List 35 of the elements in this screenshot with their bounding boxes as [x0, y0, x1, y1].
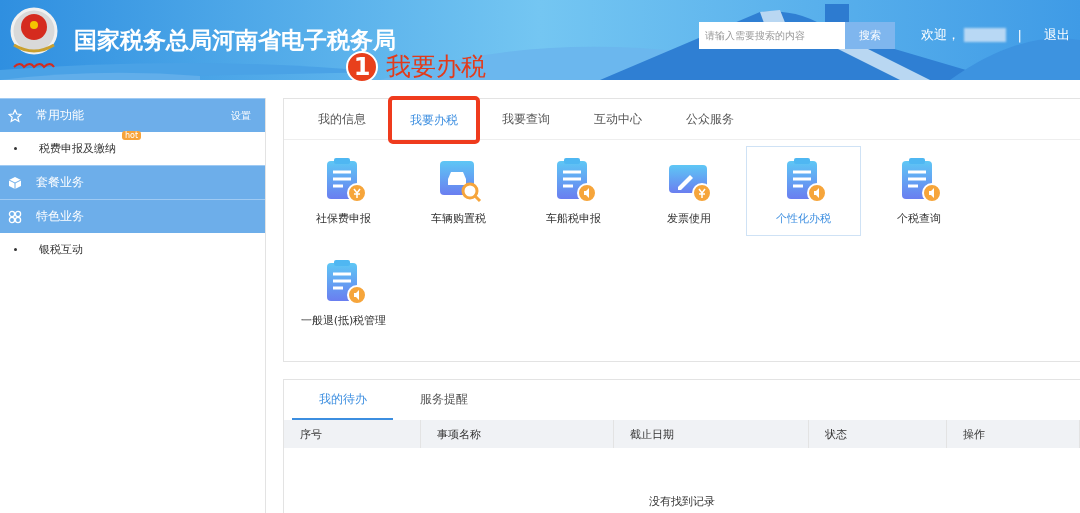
step-label: 我要办税 [386, 51, 486, 83]
service-tile[interactable]: 个税查询 [861, 146, 976, 236]
blurred-username [963, 28, 1006, 42]
tab[interactable]: 互动中心 [576, 110, 660, 128]
section-label: 常用功能 [36, 107, 85, 124]
column-header: 操作 [947, 420, 1080, 448]
column-header: 事项名称 [421, 420, 614, 448]
separator-text: | [1017, 27, 1022, 43]
cube-icon [8, 175, 22, 190]
tab[interactable]: 我要查询 [484, 110, 568, 128]
grid-icon [8, 209, 22, 224]
service-tile[interactable]: 个性化办税 [746, 146, 861, 236]
section-label: 特色业务 [36, 208, 85, 225]
tab[interactable]: 服务提醒 [393, 380, 494, 420]
column-header: 状态 [809, 420, 947, 448]
welcome-text: 欢迎， [920, 26, 960, 44]
service-tile[interactable]: 一般退(抵)税管理 [286, 248, 401, 338]
tab[interactable]: 我的信息 [300, 110, 384, 128]
empty-message: 没有找到记录 [648, 494, 716, 509]
tab[interactable]: 我要办税 [392, 111, 476, 129]
service-tile[interactable]: 社保费申报 [286, 146, 401, 236]
column-header: 截止日期 [614, 420, 809, 448]
sidebar-item[interactable]: 银税互动 [0, 233, 265, 266]
service-tile[interactable]: 车船税申报 [516, 146, 631, 236]
star-icon [8, 108, 22, 123]
hot-badge: hot [122, 131, 142, 140]
bullet-icon [14, 248, 17, 251]
column-header: 序号 [284, 420, 421, 448]
sidebar-item[interactable]: 税费申报及缴纳 hot [0, 132, 265, 165]
search-field[interactable]: 请输入需要搜索的内容 [698, 21, 845, 49]
section-label: 套餐业务 [36, 174, 85, 191]
service-tile[interactable]: 车辆购置税 [401, 146, 516, 236]
tab[interactable]: 公众服务 [668, 110, 752, 128]
service-tile[interactable]: 发票使用 [631, 146, 746, 236]
bullet-icon [14, 147, 17, 150]
